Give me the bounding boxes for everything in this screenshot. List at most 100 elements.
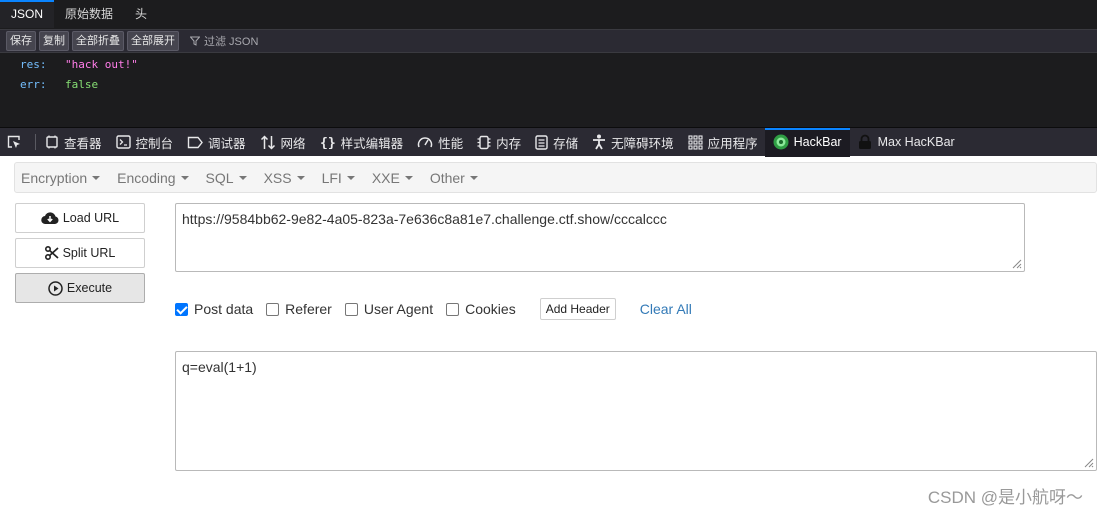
watermark: CSDN @是小航呀～	[927, 488, 1083, 507]
user-agent-checkbox[interactable]: User Agent	[344, 301, 433, 317]
toolbar-divider	[35, 134, 36, 150]
max-hackbar-icon	[858, 134, 871, 149]
execute-button[interactable]: Execute	[15, 273, 145, 303]
menu-xss[interactable]: XSS	[258, 170, 311, 186]
menu-lfi[interactable]: LFI	[316, 170, 361, 186]
tab-raw-data[interactable]: 原始数据	[54, 0, 124, 28]
tab-headers[interactable]: 头	[124, 0, 158, 28]
json-row: err: false	[20, 77, 98, 93]
filter-json-input[interactable]: 过滤 JSON	[190, 33, 258, 49]
menu-label: Other	[429, 169, 465, 186]
cookies-checkbox[interactable]: Cookies	[446, 301, 516, 317]
inspector-icon	[46, 135, 58, 149]
menu-sql[interactable]: SQL	[200, 170, 253, 186]
copy-button[interactable]: 复制	[39, 31, 69, 51]
memory-icon	[477, 135, 491, 149]
post-data-checkbox[interactable]: Post data	[175, 301, 253, 317]
tab-inspector[interactable]: 查看器	[38, 128, 109, 157]
button-label: Load URL	[62, 211, 120, 225]
devtools-toolbar: 查看器 控制台 调试器 网络 {} 样式编辑器 性能 内存 存储 无障碍环境 应…	[0, 127, 1097, 157]
json-key: err:	[20, 78, 47, 91]
tab-accessibility[interactable]: 无障碍环境	[585, 128, 681, 157]
scissors-icon	[44, 246, 59, 260]
hackbar-icon	[773, 134, 789, 150]
element-picker-icon	[7, 135, 20, 148]
checkbox-icon	[266, 302, 280, 316]
cloud-download-icon	[41, 212, 59, 225]
checkbox-checked-icon	[175, 302, 188, 316]
tab-label: Max HacKBar	[877, 135, 955, 149]
caret-down-icon	[238, 176, 247, 180]
tab-label: 无障碍环境	[611, 136, 674, 151]
button-label: Execute	[66, 281, 113, 295]
tab-label: 内存	[496, 136, 522, 151]
tab-application[interactable]: 应用程序	[681, 128, 765, 157]
tab-label: 调试器	[208, 136, 246, 151]
tab-console[interactable]: 控制台	[109, 128, 181, 157]
tab-json[interactable]: JSON	[0, 0, 55, 28]
expand-all-button[interactable]: 全部展开	[127, 31, 179, 51]
checkbox-icon	[344, 302, 358, 316]
referer-checkbox[interactable]: Referer	[266, 301, 332, 317]
menu-label: XXE	[371, 169, 400, 186]
json-body: res: "hack out!" err: false	[0, 54, 1097, 126]
button-label: Split URL	[62, 246, 116, 260]
option-label: Cookies	[465, 301, 516, 317]
tab-label: 控制台	[135, 136, 174, 151]
url-textarea[interactable]: https://9584bb62-9e82-4a05-823a-7e636c8a…	[175, 203, 1025, 272]
menu-encoding[interactable]: Encoding	[111, 170, 194, 186]
tab-debugger[interactable]: 调试器	[180, 128, 253, 157]
json-toolbar: 保存 复制 全部折叠 全部展开 过滤 JSON	[0, 29, 1097, 53]
json-viewer-tabs: JSON 原始数据 头	[0, 0, 1097, 28]
load-url-button[interactable]: Load URL	[15, 203, 145, 233]
tab-hackbar[interactable]: HackBar	[764, 127, 850, 157]
svg-text:{}: {}	[320, 136, 336, 149]
clear-all-link[interactable]: Clear All	[640, 301, 692, 317]
menu-label: Encryption	[21, 169, 88, 186]
tab-performance[interactable]: 性能	[410, 128, 470, 157]
caret-down-icon	[92, 176, 101, 180]
save-button[interactable]: 保存	[6, 31, 36, 51]
console-icon	[115, 135, 131, 149]
filter-placeholder: 过滤 JSON	[204, 36, 259, 48]
menu-label: Encoding	[117, 169, 176, 186]
storage-icon	[535, 134, 548, 150]
add-header-button[interactable]: Add Header	[539, 298, 616, 320]
tab-label: 样式编辑器	[340, 136, 404, 151]
option-label: Referer	[285, 301, 332, 317]
resize-grip-icon[interactable]	[1082, 456, 1094, 468]
post-data-textarea[interactable]: q=eval(1+1)	[175, 351, 1097, 471]
tab-label: 查看器	[64, 136, 102, 151]
tab-label: 存储	[553, 136, 579, 151]
style-editor-icon: {}	[320, 136, 336, 149]
debugger-icon	[187, 136, 203, 148]
tab-memory[interactable]: 内存	[470, 128, 528, 157]
checkbox-icon	[446, 302, 460, 316]
tab-style-editor[interactable]: {} 样式编辑器	[313, 128, 411, 157]
menu-xxe[interactable]: XXE	[366, 170, 419, 186]
post-data-value: q=eval(1+1)	[182, 359, 257, 375]
option-label: Post data	[194, 301, 254, 317]
caret-down-icon	[469, 176, 478, 180]
caret-down-icon	[346, 176, 355, 180]
application-icon	[688, 134, 703, 150]
menu-label: LFI	[321, 169, 342, 186]
json-viewer: JSON 原始数据 头 保存 复制 全部折叠 全部展开 过滤 JSON res:…	[0, 0, 1097, 127]
resize-grip-icon[interactable]	[1010, 257, 1022, 269]
menu-encryption[interactable]: Encryption	[15, 170, 106, 186]
menu-other[interactable]: Other	[424, 170, 484, 186]
tab-network[interactable]: 网络	[253, 128, 313, 157]
element-picker-button[interactable]	[0, 128, 33, 157]
tab-storage[interactable]: 存储	[528, 128, 585, 157]
tab-label: 性能	[438, 136, 464, 151]
caret-down-icon	[404, 176, 413, 180]
play-circle-icon	[48, 280, 63, 296]
json-value: "hack out!"	[65, 58, 138, 71]
performance-icon	[417, 137, 433, 148]
json-value: false	[65, 78, 99, 91]
tab-label: 应用程序	[707, 136, 758, 151]
caret-down-icon	[296, 176, 305, 180]
collapse-all-button[interactable]: 全部折叠	[72, 31, 124, 51]
tab-max-hackbar[interactable]: Max HacKBar	[850, 128, 962, 157]
split-url-button[interactable]: Split URL	[15, 238, 145, 268]
